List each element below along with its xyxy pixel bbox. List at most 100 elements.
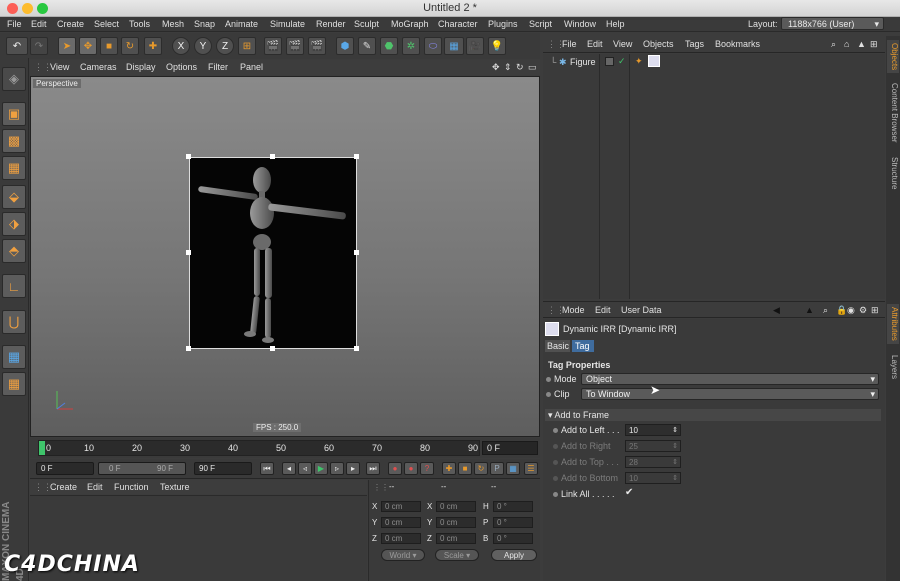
keyframe-dot[interactable]	[546, 392, 551, 397]
add-light-button[interactable]: 💡	[488, 37, 506, 55]
frame-handle[interactable]	[186, 154, 191, 159]
texture-mode-button[interactable]: ▩	[2, 129, 26, 153]
autokey-button[interactable]: ●	[404, 462, 418, 475]
dynamic-irr-tag-icon[interactable]	[648, 55, 660, 67]
om-menu-file[interactable]: File	[562, 39, 577, 49]
points-mode-button[interactable]: ⬙	[2, 185, 26, 209]
workplane-mode-button[interactable]: ▦	[2, 156, 26, 180]
record-rotation-button[interactable]: ↻	[474, 462, 488, 475]
am-menu-edit[interactable]: Edit	[595, 305, 611, 315]
frame-handle[interactable]	[354, 250, 359, 255]
pos-y-field[interactable]: 0 cm	[381, 517, 421, 528]
lock-icon[interactable]: 🔒	[836, 305, 847, 316]
new-panel-icon[interactable]: ⊞	[871, 305, 879, 316]
am-menu-mode[interactable]: Mode	[562, 305, 585, 315]
render-picture-viewer-button[interactable]: 🎬	[286, 37, 304, 55]
snap-button[interactable]: ⋃	[2, 310, 26, 334]
viewport[interactable]: Perspective FPS : 250.0	[30, 76, 540, 437]
up-arrow-icon[interactable]: ▲	[857, 39, 866, 49]
scale-tool-button[interactable]: ■	[100, 37, 118, 55]
menu-file[interactable]: File	[7, 19, 22, 29]
rot-h-field[interactable]: 0 °	[493, 501, 533, 512]
material-menu-function[interactable]: Function	[114, 482, 149, 492]
size-x-field[interactable]: 0 cm	[436, 501, 476, 512]
redo-button[interactable]: ↷	[30, 37, 48, 55]
menu-create[interactable]: Create	[57, 19, 84, 29]
mode-dropdown[interactable]: Object ▾	[581, 373, 879, 385]
edges-mode-button[interactable]: ⬗	[2, 212, 26, 236]
frame-handle[interactable]	[354, 154, 359, 159]
axis-mode-button[interactable]: ∟	[2, 274, 26, 298]
make-editable-button[interactable]: ◈	[2, 67, 26, 91]
size-z-field[interactable]: 0 cm	[436, 533, 476, 544]
apply-button[interactable]: Apply	[491, 549, 537, 561]
record-pla-button[interactable]: ▦	[506, 462, 520, 475]
menu-render[interactable]: Render	[316, 19, 346, 29]
start-frame-field[interactable]: 0 F	[36, 462, 94, 475]
menu-edit[interactable]: Edit	[31, 19, 47, 29]
timeline-menu-button[interactable]: ☰	[524, 462, 538, 475]
om-menu-tags[interactable]: Tags	[685, 39, 704, 49]
back-arrow-icon[interactable]: ◀	[773, 305, 780, 316]
keyframe-dot[interactable]	[553, 492, 558, 497]
menu-simulate[interactable]: Simulate	[270, 19, 305, 29]
menu-mesh[interactable]: Mesh	[162, 19, 184, 29]
material-menu-edit[interactable]: Edit	[87, 482, 103, 492]
next-frame-button[interactable]: ▹	[330, 462, 344, 475]
frame-handle[interactable]	[186, 346, 191, 351]
render-view-button[interactable]: 🎬	[264, 37, 282, 55]
orbit-icon[interactable]: ↻	[516, 62, 524, 73]
scale-dropdown[interactable]: Scale ▾	[435, 549, 479, 561]
viewport-menu-panel[interactable]: Panel	[240, 62, 263, 72]
menu-select[interactable]: Select	[94, 19, 119, 29]
playhead[interactable]	[39, 441, 45, 455]
previous-frame-button[interactable]: ◃	[298, 462, 312, 475]
add-deformer-button[interactable]: ⬭	[424, 37, 442, 55]
tab-layers[interactable]: Layers	[887, 352, 899, 382]
gear-icon[interactable]: ⚙	[859, 305, 867, 316]
add-camera-button[interactable]: 🎥	[466, 37, 484, 55]
om-menu-objects[interactable]: Objects	[643, 39, 674, 49]
frame-handle[interactable]	[354, 346, 359, 351]
add-to-left-field[interactable]: 10 ⇕	[625, 424, 681, 436]
tab-attributes[interactable]: Attributes	[887, 304, 899, 344]
search-icon[interactable]: ⌕	[823, 305, 828, 316]
viewport-menu-options[interactable]: Options	[166, 62, 197, 72]
viewport-menu-display[interactable]: Display	[126, 62, 156, 72]
size-y-field[interactable]: 0 cm	[436, 517, 476, 528]
enabled-check-icon[interactable]: ✓	[618, 56, 626, 67]
visibility-toggle[interactable]	[605, 57, 614, 66]
x-axis-lock-button[interactable]: X	[172, 37, 190, 55]
tab-content-browser[interactable]: Content Browser	[887, 80, 899, 146]
material-menu-texture[interactable]: Texture	[160, 482, 190, 492]
menu-character[interactable]: Character	[438, 19, 478, 29]
tab-objects[interactable]: Objects	[887, 40, 899, 74]
recent-tool-button[interactable]: ✚	[144, 37, 162, 55]
keyframe-dot[interactable]	[546, 377, 551, 382]
list-item[interactable]: └ ✱ Figure ✓ ✦	[547, 55, 885, 69]
tag-icon[interactable]: ✦	[635, 56, 643, 67]
keyframe-dot[interactable]	[553, 428, 558, 433]
rotate-tool-button[interactable]: ↻	[121, 37, 139, 55]
add-to-bottom-field[interactable]: 10 ⇕	[625, 472, 681, 484]
history-icon[interactable]: ◉	[847, 305, 855, 316]
rot-b-field[interactable]: 0 °	[493, 533, 533, 544]
keyframe-dot[interactable]	[553, 476, 558, 481]
record-active-button[interactable]: ●	[388, 462, 402, 475]
clip-dropdown[interactable]: To Window ▾	[581, 388, 879, 400]
menu-plugins[interactable]: Plugins	[488, 19, 518, 29]
current-frame-field[interactable]: 0 F	[482, 441, 538, 455]
previous-key-button[interactable]: ◂	[282, 462, 296, 475]
maximize-view-icon[interactable]: ▭	[528, 62, 537, 73]
planar-workplane-button[interactable]: ▦	[2, 372, 26, 396]
keyframe-dot[interactable]	[553, 460, 558, 465]
record-scale-button[interactable]: ■	[458, 462, 472, 475]
link-all-checkbox[interactable]: ✔	[625, 487, 633, 498]
add-array-button[interactable]: ✲	[402, 37, 420, 55]
end-frame-field[interactable]: 90 F	[194, 462, 252, 475]
search-icon[interactable]: ⌕	[831, 39, 836, 50]
add-floor-button[interactable]: ▦	[444, 37, 464, 55]
pan-icon[interactable]: ✥	[492, 62, 500, 73]
polygons-mode-button[interactable]: ⬘	[2, 239, 26, 263]
undo-button[interactable]: ↶	[6, 37, 28, 55]
